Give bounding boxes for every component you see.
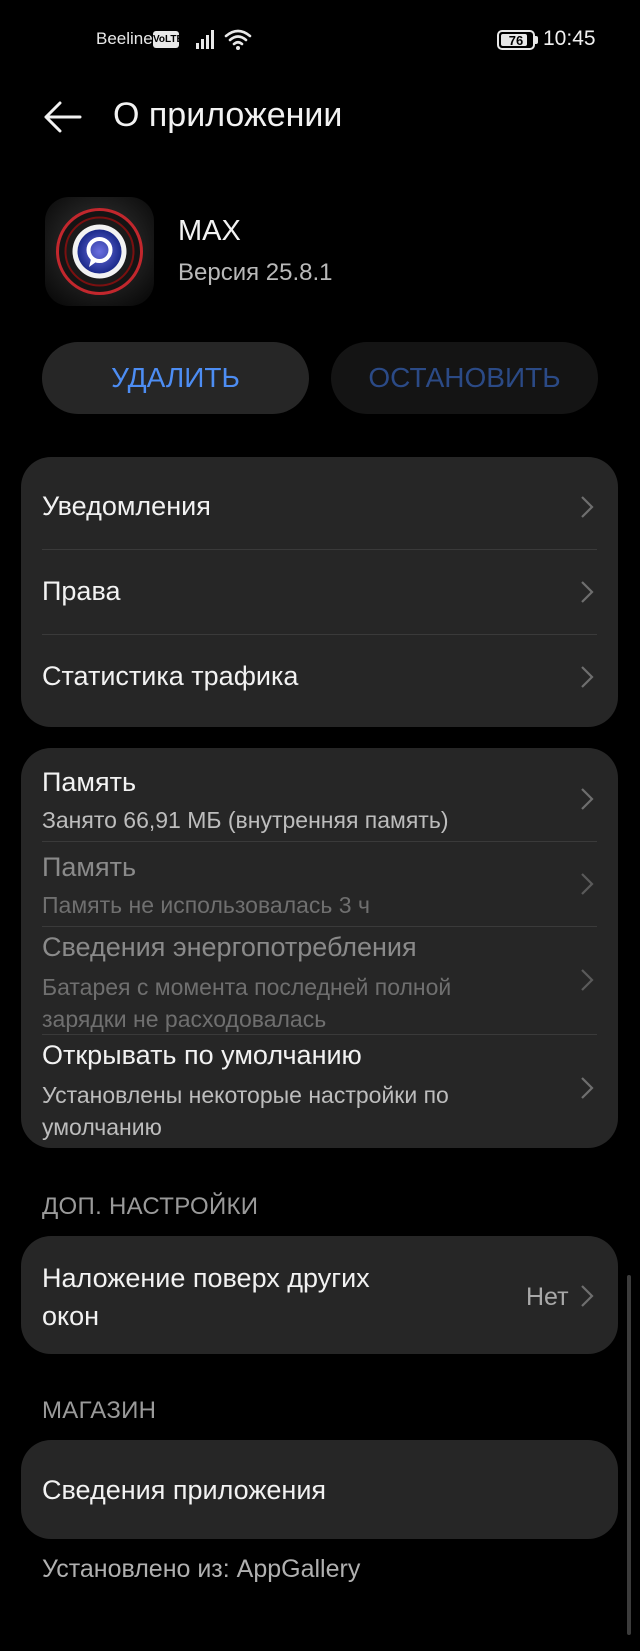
section-header-advanced: ДОП. НАСТРОЙКИ [42,1193,259,1220]
battery-icon: 76 [497,30,535,50]
open-by-default-title: Открывать по умолчанию [42,1040,362,1070]
open-by-default-subtitle-line2: умолчанию [42,1114,162,1140]
notifications-label: Уведомления [42,491,211,521]
clock: 10:45 [543,27,596,50]
battery-percent: 76 [508,33,524,48]
chevron-right-icon [581,581,594,603]
app-icon [45,197,154,306]
memory-subtitle: Память не использовалась 3 ч [42,892,370,918]
chevron-right-icon [581,969,594,991]
uninstall-button[interactable]: УДАЛИТЬ [42,342,309,414]
app-name: MAX [178,215,241,247]
wifi-icon [224,29,252,50]
overlay-value: Нет [526,1283,569,1311]
storage-subtitle: Занято 66,91 МБ (внутренняя память) [42,807,449,833]
chevron-right-icon [581,873,594,895]
installed-from: Установлено из: AppGallery [42,1555,361,1583]
chevron-right-icon [581,1077,594,1099]
memory-title: Память [42,852,137,882]
section-header-store: МАГАЗИН [42,1397,157,1424]
chevron-right-icon [581,666,594,688]
chevron-right-icon [581,788,594,810]
overlay-title-line2: окон [42,1301,100,1331]
page-title: О приложении [113,96,343,134]
power-usage-title: Сведения энергопотребления [42,932,417,962]
storage-title: Память [42,767,137,797]
traffic-stats-label: Статистика трафика [42,661,299,691]
battery-tip [535,36,538,44]
chevron-right-icon [581,1285,594,1307]
open-by-default-subtitle-line1: Установлены некоторые настройки по [42,1082,449,1108]
back-arrow-icon[interactable] [42,96,84,138]
overlay-title-line1: Наложение поверх других [42,1263,370,1293]
volte-badge: VoLTE [153,31,183,48]
carrier-name: Beeline [96,29,153,48]
cell-signal-icon [196,30,214,49]
permissions-label: Права [42,576,121,606]
force-stop-button[interactable]: ОСТАНОВИТЬ [331,342,598,414]
power-usage-subtitle-line1: Батарея с момента последней полной [42,974,452,1000]
app-version: Версия 25.8.1 [178,259,333,286]
scrollbar[interactable] [627,1275,631,1635]
app-details-label: Сведения приложения [42,1475,327,1505]
chevron-right-icon [581,496,594,518]
power-usage-subtitle-line2: зарядки не расходовалась [42,1006,327,1032]
